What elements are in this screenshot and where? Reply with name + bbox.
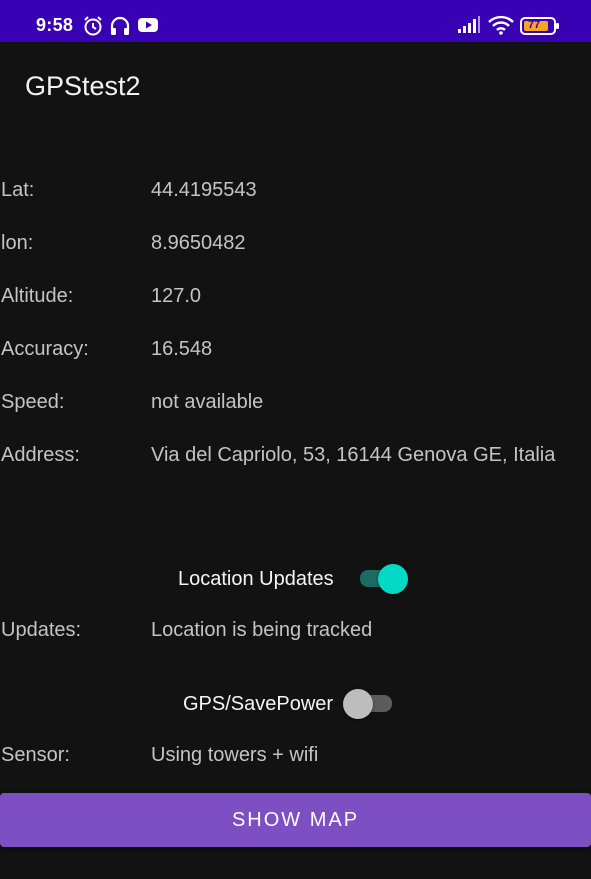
lat-value: 44.4195543	[151, 179, 257, 201]
gps-savepower-switch[interactable]	[342, 688, 394, 720]
sensor-label: Sensor:	[1, 744, 70, 766]
youtube-icon	[137, 16, 159, 39]
altitude-label: Altitude:	[1, 285, 74, 307]
speed-label: Speed:	[1, 391, 65, 413]
headphones-icon	[109, 15, 131, 42]
app-title: GPStest2	[25, 71, 141, 101]
switch-thumb	[343, 689, 373, 719]
battery-level: 77	[528, 19, 541, 31]
signal-icon	[457, 16, 481, 39]
accuracy-label: Accuracy:	[1, 338, 89, 360]
speed-value: not available	[151, 391, 264, 413]
wifi-icon	[488, 15, 514, 40]
alarm-icon	[82, 15, 104, 42]
gps-savepower-label: GPS/SavePower	[183, 693, 334, 715]
updates-value: Location is being tracked	[151, 619, 373, 641]
address-value: Via del Capriolo, 53, 16144 Genova GE, I…	[151, 444, 556, 466]
accuracy-value: 16.548	[151, 338, 213, 360]
status-time: 9:58	[36, 15, 74, 35]
status-bar: 9:58 77	[0, 0, 591, 42]
sensor-value: Using towers + wifi	[151, 744, 319, 766]
location-updates-label: Location Updates	[178, 568, 334, 590]
app-bar: GPStest2	[0, 42, 591, 130]
address-label: Address:	[1, 444, 80, 466]
altitude-value: 127.0	[151, 285, 202, 307]
lat-label: Lat:	[1, 179, 35, 201]
lon-value: 8.9650482	[151, 232, 246, 254]
location-updates-switch[interactable]	[358, 563, 410, 595]
show-map-button[interactable]: SHOW MAP	[0, 793, 591, 847]
updates-label: Updates:	[1, 619, 82, 641]
switch-thumb	[378, 564, 408, 594]
lon-label: lon:	[1, 232, 34, 254]
